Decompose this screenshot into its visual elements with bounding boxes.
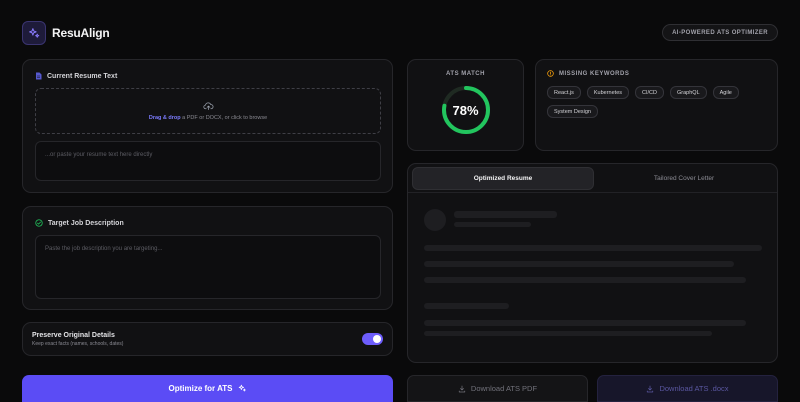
keyword-chip: System Design [547, 105, 598, 118]
skeleton-line [424, 320, 746, 326]
job-card-label: Target Job Description [48, 219, 124, 227]
preserve-subtitle: Keep exact facts (names, schools, dates) [32, 340, 124, 347]
skeleton-line [424, 303, 509, 309]
skeleton-line [424, 261, 734, 267]
download-icon [647, 385, 654, 392]
sparkles-icon [28, 27, 39, 38]
ats-score-ring: 78% [440, 84, 492, 136]
download-pdf-label: Download ATS PDF [470, 384, 538, 393]
app-name: ResuAlign [52, 26, 110, 40]
tab-divider [408, 192, 777, 193]
sparkles-icon [238, 384, 246, 392]
result-preview-card: Optimized Resume Tailored Cover Letter [407, 163, 778, 363]
keyword-chip: Agile [712, 86, 739, 99]
optimize-button-label: Optimize for ATS [168, 384, 233, 393]
missing-keywords-label: MISSING KEYWORDS [559, 70, 630, 77]
missing-keywords-card: MISSING KEYWORDS React.js Kubernetes CI/… [535, 59, 778, 151]
download-docx-label: Download ATS .docx [659, 384, 729, 393]
keyword-chip: Kubernetes [586, 86, 630, 99]
job-description-card: Target Job Description Paste the job des… [22, 206, 393, 310]
tagline-badge: AI-POWERED ATS OPTIMIZER [662, 24, 778, 41]
keyword-chip: React.js [547, 86, 581, 99]
download-pdf-button[interactable]: Download ATS PDF [407, 375, 588, 402]
preserve-details-card: Preserve Original Details Keep exact fac… [22, 322, 393, 356]
resume-dropzone[interactable]: Drag & drop a PDF or DOCX, or click to b… [35, 88, 381, 134]
dropzone-hint: a PDF or DOCX, or click to browse [182, 115, 268, 121]
dropzone-link[interactable]: Drag & drop [149, 115, 181, 121]
skeleton-line [424, 245, 762, 251]
keyword-chip: GraphQL [670, 86, 707, 99]
document-icon [36, 72, 42, 80]
preserve-title: Preserve Original Details [32, 331, 115, 339]
ats-score-value: 78% [452, 102, 479, 118]
app-logo [22, 21, 46, 45]
preview-tabs: Optimized Resume Tailored Cover Letter [412, 167, 774, 190]
resume-card-title: Current Resume Text [35, 72, 117, 80]
optimize-button[interactable]: Optimize for ATS [22, 375, 393, 402]
ats-match-card: ATS MATCH 78% [407, 59, 524, 151]
ats-match-label: ATS MATCH [446, 71, 485, 77]
dropzone-text: Drag & drop a PDF or DOCX, or click to b… [149, 115, 267, 121]
skeleton-line [424, 331, 712, 336]
job-description-textarea[interactable]: Paste the job description you are target… [35, 235, 381, 299]
tab-optimized-resume[interactable]: Optimized Resume [412, 167, 594, 190]
skeleton-avatar [424, 209, 446, 231]
check-circle-icon [35, 219, 43, 227]
resume-paste-textarea[interactable]: ...or paste your resume text here direct… [35, 141, 381, 181]
upload-cloud-icon [202, 102, 213, 111]
skeleton-line [424, 277, 746, 283]
keyword-list: React.js Kubernetes CI/CD GraphQL Agile … [547, 86, 747, 118]
resume-card-label: Current Resume Text [47, 72, 118, 80]
tab-cover-letter[interactable]: Tailored Cover Letter [594, 167, 774, 190]
resume-card: Current Resume Text Drag & drop a PDF or… [22, 59, 393, 193]
keyword-chip: CI/CD [635, 86, 664, 99]
preserve-toggle[interactable] [362, 333, 383, 345]
missing-keywords-title: MISSING KEYWORDS [547, 70, 766, 77]
skeleton-line [454, 211, 557, 218]
download-docx-button[interactable]: Download ATS .docx [597, 375, 778, 402]
skeleton-line [454, 222, 531, 227]
download-icon [458, 385, 466, 392]
job-card-title: Target Job Description [35, 219, 124, 227]
alert-circle-icon [547, 70, 554, 77]
